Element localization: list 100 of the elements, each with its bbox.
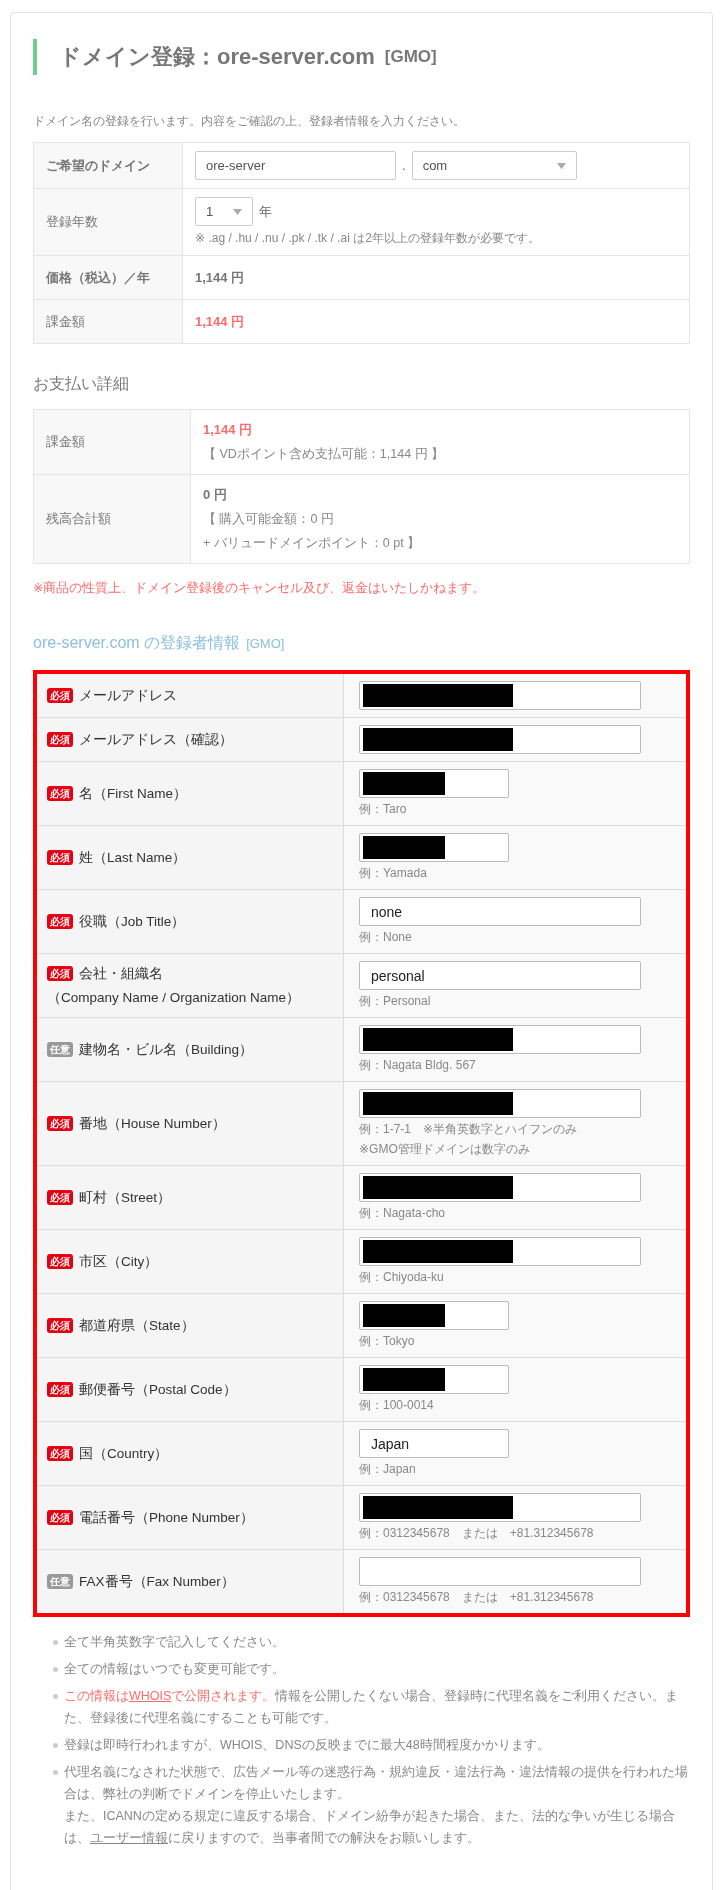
example-hint: 例：Chiyoda-ku bbox=[359, 1269, 445, 1286]
field-label: 番地（House Number） bbox=[79, 1114, 226, 1133]
bullet-icon bbox=[53, 1640, 58, 1645]
note-text: 登録は即時行われますが、WHOIS、DNSの反映までに最大48時間程度かかります。 bbox=[64, 1737, 551, 1754]
page-title: ドメイン登録：ore-server.com bbox=[59, 43, 375, 71]
field-label: 建物名・ビル名（Building） bbox=[79, 1040, 254, 1059]
field-label: 姓（Last Name） bbox=[79, 848, 187, 867]
text-link[interactable]: ユーザー情報 bbox=[90, 1831, 168, 1845]
text-input-field[interactable] bbox=[359, 1089, 641, 1118]
text-input-field[interactable] bbox=[359, 1557, 641, 1586]
example-hint: 例：Personal bbox=[359, 993, 432, 1010]
text-input-field[interactable] bbox=[359, 1493, 641, 1522]
field-label: メールアドレス（確認） bbox=[79, 730, 233, 749]
bullet-icon bbox=[53, 1667, 58, 1672]
payment-amount: 0 円 bbox=[203, 486, 228, 504]
example-hint: 例：0312345678 または +81.312345678 bbox=[359, 1589, 595, 1606]
row-label: 登録年数 bbox=[33, 188, 183, 256]
price-value: 1,144 円 bbox=[195, 269, 245, 285]
field-label: 会社・組織名 bbox=[79, 964, 163, 983]
text-input-field[interactable]: none bbox=[359, 897, 641, 926]
note-text: 代理名義になされた状態で、広告メール等の迷惑行為・規約違反・違法行為・違法情報の提供を行われた場合は、弊社の判断でドメインを停止いたします。 bbox=[64, 1764, 689, 1803]
example-hint: 例：0312345678 または +81.312345678 bbox=[359, 1525, 595, 1542]
required-badge: 必須 bbox=[47, 1254, 73, 1269]
note-text: この情報はWHOISで公開されます。情報を公開したくない場合、登録時に代理名義をご利用ください。また、登録後に代理名義にすることも可能です。 bbox=[64, 1688, 680, 1727]
example-hint: 例：None bbox=[359, 929, 413, 946]
text-input-field[interactable] bbox=[359, 1173, 641, 1202]
example-hint: 例：Japan bbox=[359, 1461, 417, 1478]
note-text: また、ICANNの定める規定に違反する場合、ドメイン紛争が起きた場合、また、法的な争いが生じる場合は、ユーザー情報に戻りますので、当事者間での解決をお願いします。 bbox=[64, 1808, 676, 1847]
field-label: 国（Country） bbox=[79, 1444, 169, 1463]
caret-icon bbox=[556, 162, 566, 169]
domain-separator: . bbox=[402, 158, 406, 173]
text-input-field[interactable]: personal bbox=[359, 961, 641, 990]
required-badge: 必須 bbox=[47, 966, 73, 981]
required-badge: 必須 bbox=[47, 1382, 73, 1397]
text-input-field[interactable] bbox=[359, 769, 509, 798]
required-badge: 必須 bbox=[47, 1318, 73, 1333]
caret-icon bbox=[233, 208, 242, 215]
tld-select[interactable]: com bbox=[411, 151, 577, 180]
required-badge: 必須 bbox=[47, 914, 73, 929]
field-label: 郵便番号（Postal Code） bbox=[79, 1380, 237, 1399]
section-heading: ore-server.com の登録者情報 bbox=[33, 633, 241, 653]
required-badge: 必須 bbox=[47, 688, 73, 703]
required-badge: 必須 bbox=[47, 1116, 73, 1131]
required-badge: 必須 bbox=[47, 850, 73, 865]
required-badge: 必須 bbox=[47, 1510, 73, 1525]
text-input-field[interactable] bbox=[359, 681, 641, 710]
optional-badge: 任意 bbox=[47, 1574, 73, 1589]
row-label: 価格（税込）／年 bbox=[33, 255, 183, 300]
field-label: 都道府県（State） bbox=[79, 1316, 195, 1335]
example-hint: 例：Nagata-cho bbox=[359, 1205, 447, 1222]
row-label: ご希望のドメイン bbox=[33, 142, 183, 189]
bullet-icon bbox=[53, 1770, 58, 1775]
field-label: 市区（City） bbox=[79, 1252, 159, 1271]
required-badge: 必須 bbox=[47, 786, 73, 801]
text-input-field[interactable] bbox=[359, 725, 641, 754]
row-label: 課金額 bbox=[33, 409, 191, 475]
years-note: ※ .ag / .hu / .nu / .pk / .tk / .ai は2年以上の登録年数が必要です。 bbox=[195, 230, 541, 247]
payment-detail: 【 購入可能金額：0 円 bbox=[203, 511, 335, 528]
years-select[interactable]: 1 bbox=[195, 197, 253, 226]
charge-value: 1,144 円 bbox=[195, 313, 245, 329]
registry-tag: [GMO] bbox=[384, 47, 437, 67]
field-label: 役職（Job Title） bbox=[79, 912, 186, 931]
title-accent-bar bbox=[33, 39, 37, 75]
field-label: 町村（Street） bbox=[79, 1188, 172, 1207]
optional-badge: 任意 bbox=[47, 1042, 73, 1057]
text-input-field[interactable] bbox=[359, 1025, 641, 1054]
note-text: 全て半角英数字で記入してください。 bbox=[64, 1634, 286, 1651]
example-hint: 例：Taro bbox=[359, 801, 408, 818]
field-label: （Company Name / Organization Name） bbox=[47, 988, 302, 1007]
registry-tag: [GMO] bbox=[246, 636, 285, 651]
example-hint: 例：Tokyo bbox=[359, 1333, 416, 1350]
field-label: 電話番号（Phone Number） bbox=[79, 1508, 254, 1527]
text-input-field[interactable] bbox=[359, 1365, 509, 1394]
example-hint: 例：Yamada bbox=[359, 865, 428, 882]
years-unit: 年 bbox=[259, 202, 272, 221]
example-hint: 例：100-0014 bbox=[359, 1397, 435, 1414]
required-badge: 必須 bbox=[47, 1190, 73, 1205]
text-input-field[interactable] bbox=[359, 1237, 641, 1266]
required-badge: 必須 bbox=[47, 1446, 73, 1461]
field-label: FAX番号（Fax Number） bbox=[79, 1572, 235, 1591]
bullet-icon bbox=[53, 1694, 58, 1699]
note-text: 全ての情報はいつでも変更可能です。 bbox=[64, 1661, 286, 1678]
section-heading: お支払い詳細 bbox=[33, 374, 130, 394]
payment-detail: 【 VDポイント含め支払可能：1,144 円 】 bbox=[203, 446, 446, 463]
payment-detail: + バリュードメインポイント：0 pt 】 bbox=[203, 535, 422, 552]
required-badge: 必須 bbox=[47, 732, 73, 747]
row-label: 残高合計額 bbox=[33, 474, 191, 564]
example-hint: ※GMO管理ドメインは数字のみ bbox=[359, 1141, 531, 1158]
field-label: 名（First Name） bbox=[79, 784, 187, 803]
text-input-field[interactable] bbox=[359, 833, 509, 862]
text-input-field[interactable]: Japan bbox=[359, 1429, 509, 1458]
refund-warning: ※商品の性質上、ドメイン登録後のキャンセル及び、返金はいたしかねます。 bbox=[33, 580, 487, 597]
field-label: メールアドレス bbox=[79, 686, 177, 705]
example-hint: 例：Nagata Bldg. 567 bbox=[359, 1057, 477, 1074]
intro-text: ドメイン名の登録を行います。内容をご確認の上、登録者情報を入力ください。 bbox=[33, 113, 466, 130]
text-input-field[interactable] bbox=[359, 1301, 509, 1330]
domain-name-field[interactable]: ore-server bbox=[195, 151, 396, 180]
row-label: 課金額 bbox=[33, 299, 183, 344]
payment-amount: 1,144 円 bbox=[203, 421, 254, 439]
example-hint: 例：1-7-1 ※半角英数字とハイフンのみ bbox=[359, 1121, 579, 1138]
